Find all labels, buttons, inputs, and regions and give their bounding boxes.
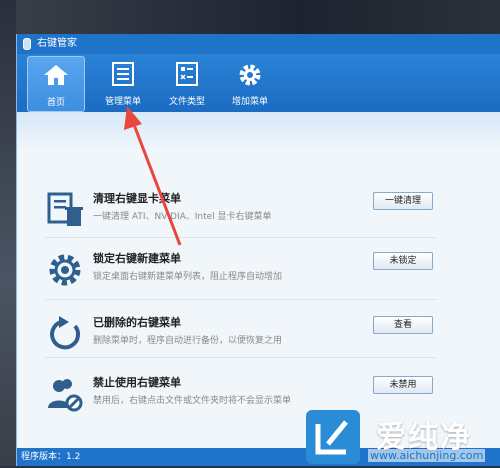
feature-description: 一键清理 ATI、NVIDIA、Intel 显卡右键菜单 <box>93 212 272 222</box>
tab-label: 增加菜单 <box>231 97 268 107</box>
clean-now-button[interactable]: 一键清理 <box>373 192 433 210</box>
feature-title: 已删除的右键菜单 <box>93 316 181 329</box>
restore-icon <box>50 316 81 350</box>
view-button[interactable]: 查看 <box>373 316 433 334</box>
feature-description: 禁用后，右键点击文件或文件夹时将不会显示菜单 <box>93 396 292 406</box>
list-icon <box>112 62 134 86</box>
feature-title: 清理右键显卡菜单 <box>93 192 181 205</box>
tab-label: 文件类型 <box>168 97 205 107</box>
lock-toggle-button[interactable]: 未锁定 <box>373 252 433 270</box>
gear-icon <box>49 254 81 286</box>
disable-toggle-button[interactable]: 未禁用 <box>373 376 433 394</box>
watermark: 爱纯净 www.aichunjing.com <box>302 408 498 466</box>
tab-manage-menu[interactable]: 管理菜单 <box>95 56 151 110</box>
version-text: 程序版本：1.2 <box>21 452 81 462</box>
tab-add-menu[interactable]: 增加菜单 <box>221 56 279 110</box>
watermark-url: www.aichunjing.com <box>368 449 486 462</box>
feature-row-lock-new-menu: 锁定右键新建菜单 锁定桌面右键新建菜单列表，阻止程序自动增加 未锁定 <box>45 242 481 300</box>
header-fade <box>17 112 500 152</box>
app-icon <box>23 38 31 50</box>
watermark-logo <box>306 410 360 464</box>
main-toolbar: 首页 管理菜单 文件类型 增加菜单 <box>17 54 500 112</box>
feature-title: 禁止使用右键菜单 <box>93 376 181 389</box>
file-type-icon <box>176 62 198 86</box>
tab-home[interactable]: 首页 <box>27 56 85 112</box>
desktop-background-left <box>0 0 16 466</box>
feature-description: 删除菜单时，程序自动进行备份，以便恢复之用 <box>93 336 283 346</box>
tab-file-type[interactable]: 文件类型 <box>159 56 215 110</box>
gear-icon <box>239 64 261 86</box>
tab-label: 管理菜单 <box>104 97 141 107</box>
feature-description: 锁定桌面右键新建菜单列表，阻止程序自动增加 <box>93 272 283 282</box>
feature-row-clean-gpu-menu: 清理右键显卡菜单 一键清理 ATI、NVIDIA、Intel 显卡右键菜单 一键… <box>45 182 481 240</box>
feature-row-deleted-menus: 已删除的右键菜单 删除菜单时，程序自动进行备份，以便恢复之用 查看 <box>45 306 481 364</box>
app-window: 右键管家 首页 管理菜单 文件类型 增加菜单 清理右键显卡菜单 一键清理 ATI… <box>16 34 500 466</box>
clean-menu-icon <box>47 192 83 226</box>
home-icon <box>44 65 68 85</box>
title-bar: 右键管家 <box>17 34 500 54</box>
divider <box>45 299 437 300</box>
feature-title: 锁定右键新建菜单 <box>93 252 181 265</box>
divider <box>45 357 437 358</box>
divider <box>45 237 437 238</box>
user-block-icon <box>48 379 83 412</box>
window-title: 右键管家 <box>37 38 77 49</box>
desktop-background <box>0 0 500 34</box>
tab-label: 首页 <box>46 98 65 108</box>
